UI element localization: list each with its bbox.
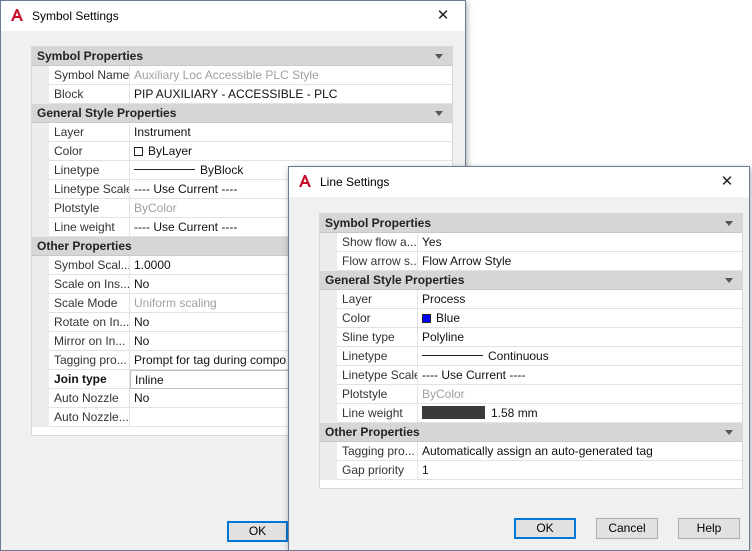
property-name: Flow arrow s... [337,252,418,271]
color-swatch-icon [134,147,143,156]
property-value: ByLayer [130,142,452,161]
category-symbol-properties[interactable]: Symbol Properties [32,47,452,66]
chevron-down-icon[interactable] [725,430,733,435]
property-name: Linetype Scale [49,180,130,199]
autocad-app-icon [11,9,23,21]
property-row-linetype[interactable]: Linetype Continuous [320,347,742,366]
ok-button[interactable]: OK [227,521,288,542]
property-name: Show flow a... [337,233,418,252]
property-value: Continuous [418,347,742,366]
property-value: 1.58 mm [418,404,742,423]
property-name: Linetype [337,347,418,366]
property-name: Mirror on In... [49,332,130,351]
property-name: Plotstyle [49,199,130,218]
property-value: Process [418,290,742,309]
title-bar[interactable]: Symbol Settings ✕ [1,1,465,31]
dialog-title: Line Settings [320,175,390,189]
property-row-block[interactable]: Block PIP AUXILIARY - ACCESSIBLE - PLC [32,85,452,104]
autocad-app-icon [299,175,311,187]
property-name: Linetype Scale [337,366,418,385]
title-bar[interactable]: Line Settings ✕ [289,167,749,197]
property-row-tagging-prompt[interactable]: Tagging pro... Automatically assign an a… [320,442,742,461]
property-name: Symbol Name [49,66,130,85]
property-value: ByColor [418,385,742,404]
property-row-color[interactable]: Color Blue [320,309,742,328]
color-swatch-icon [422,314,431,323]
property-value: Blue [418,309,742,328]
property-name: Line weight [337,404,418,423]
category-other-properties[interactable]: Other Properties [320,423,742,442]
property-name: Sline type [337,328,418,347]
property-name: Layer [49,123,130,142]
category-symbol-properties[interactable]: Symbol Properties [320,214,742,233]
property-row-plotstyle[interactable]: Plotstyle ByColor [320,385,742,404]
property-name: Auto Nozzle [49,389,130,408]
property-name: Auto Nozzle... [49,408,130,427]
close-icon[interactable]: ✕ [421,1,465,31]
category-general-style-properties[interactable]: General Style Properties [320,271,742,290]
color-value: Blue [436,311,461,325]
chevron-down-icon[interactable] [725,221,733,226]
property-row-show-flow-arrow[interactable]: Show flow a... Yes [320,233,742,252]
property-value: Auxiliary Loc Accessible PLC Style [130,66,452,85]
property-value: PIP AUXILIARY - ACCESSIBLE - PLC [130,85,452,104]
property-name: Color [49,142,130,161]
line-settings-dialog: Line Settings ✕ Symbol Properties Show f… [288,166,750,551]
chevron-down-icon[interactable] [435,111,443,116]
category-general-style-properties[interactable]: General Style Properties [32,104,452,123]
property-grid: Symbol Properties Show flow a... Yes Flo… [319,213,743,489]
property-name: Rotate on In... [49,313,130,332]
property-name: Scale on Ins... [49,275,130,294]
line-weight-value: 1.58 mm [491,406,538,420]
property-name: Plotstyle [337,385,418,404]
property-row-layer[interactable]: Layer Process [320,290,742,309]
dialog-title: Symbol Settings [32,9,119,23]
property-name: Line weight [49,218,130,237]
linetype-preview-icon [134,169,195,170]
property-value: Yes [418,233,742,252]
property-value: Polyline [418,328,742,347]
linetype-value: Continuous [488,349,549,363]
close-icon[interactable]: ✕ [705,167,749,197]
property-row-color[interactable]: Color ByLayer [32,142,452,161]
property-name: Layer [337,290,418,309]
help-button[interactable]: Help [678,518,740,539]
property-name: Color [337,309,418,328]
property-name: Tagging pro... [49,351,130,370]
property-row-line-weight[interactable]: Line weight 1.58 mm [320,404,742,423]
property-row-linetype-scale[interactable]: Linetype Scale ---- Use Current ---- [320,366,742,385]
ok-button[interactable]: OK [514,518,576,539]
property-value: Flow Arrow Style [418,252,742,271]
property-row-symbol-name[interactable]: Symbol Name Auxiliary Loc Accessible PLC… [32,66,452,85]
cancel-button[interactable]: Cancel [596,518,658,539]
property-name: Block [49,85,130,104]
property-row-gap-priority[interactable]: Gap priority 1 [320,461,742,480]
category-label: Symbol Properties [325,216,432,230]
property-value: ---- Use Current ---- [418,366,742,385]
category-label: Other Properties [325,425,420,439]
property-name: Tagging pro... [337,442,418,461]
property-row-layer[interactable]: Layer Instrument [32,123,452,142]
category-label: General Style Properties [37,106,177,120]
color-value: ByLayer [148,144,193,158]
property-value: Instrument [130,123,452,142]
category-label: General Style Properties [325,273,465,287]
property-name: Join type [49,370,130,389]
chevron-down-icon[interactable] [435,54,443,59]
line-weight-preview-icon [422,406,485,419]
property-name: Gap priority [337,461,418,480]
category-label: Other Properties [37,239,132,253]
category-label: Symbol Properties [37,49,144,63]
linetype-value: ByBlock [200,163,244,177]
property-name: Scale Mode [49,294,130,313]
property-name: Symbol Scal... [49,256,130,275]
chevron-down-icon[interactable] [725,278,733,283]
linetype-preview-icon [422,355,483,356]
property-row-sline-type[interactable]: Sline type Polyline [320,328,742,347]
property-value: Automatically assign an auto-generated t… [418,442,742,461]
property-row-flow-arrow-style[interactable]: Flow arrow s... Flow Arrow Style [320,252,742,271]
property-name: Linetype [49,161,130,180]
property-value: 1 [418,461,742,480]
